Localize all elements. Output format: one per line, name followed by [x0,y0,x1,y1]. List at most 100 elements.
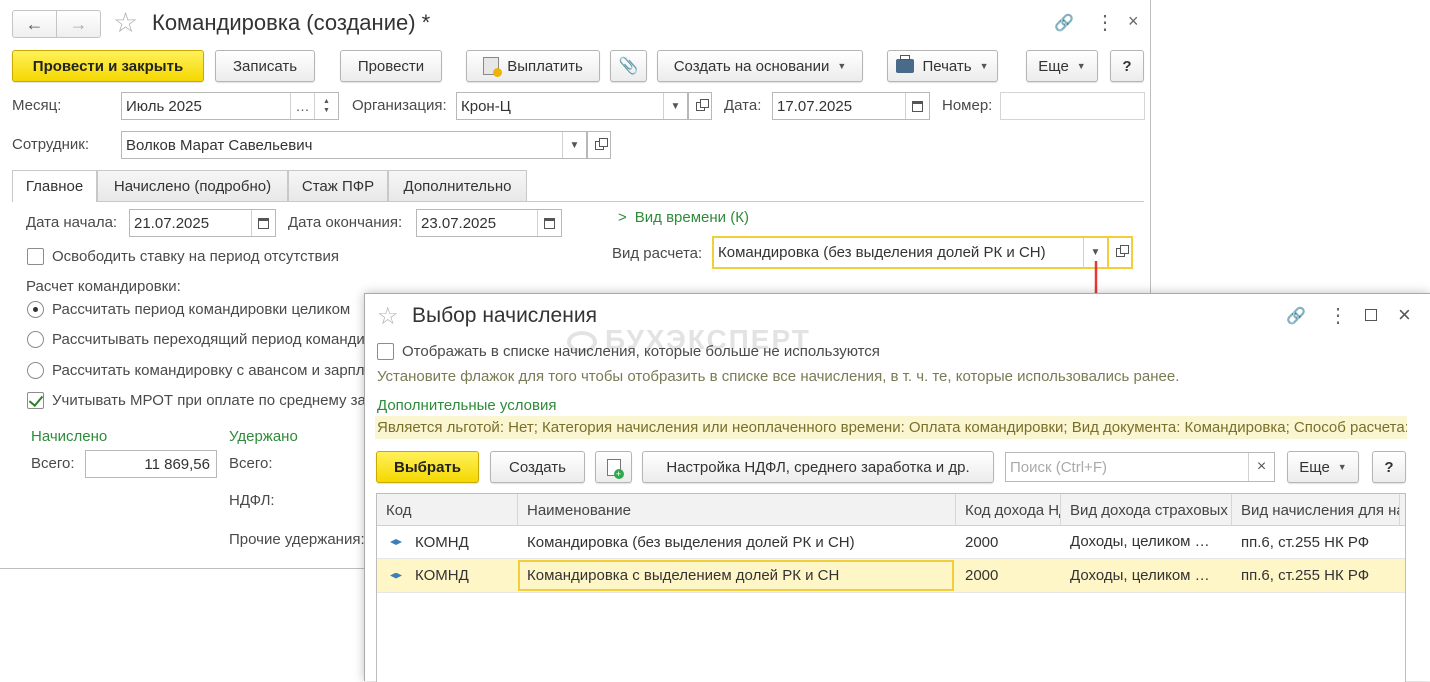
caret-down-icon: ▼ [1337,462,1347,472]
release-rate-checkbox[interactable] [27,248,44,265]
tab-main[interactable]: Главное [12,170,97,202]
chevron-right-icon: > [618,209,627,226]
paperclip-icon: 📎 [618,58,639,75]
organization-field[interactable]: Крон-Ц ▼ [456,92,688,120]
calc-kind-value: Командировка (без выделения долей РК и С… [718,244,1046,261]
more-label: Еще [1299,458,1330,476]
month-value: Июль 2025 [126,97,202,115]
end-date-calendar-button[interactable] [537,210,561,236]
favorite-star-icon[interactable]: ☆ [377,302,399,331]
caret-down-icon: ▼ [1090,247,1101,258]
date-calendar-button[interactable] [905,93,929,119]
tabs-baseline [12,201,1144,202]
help-button[interactable]: ? [1110,50,1144,82]
accruals-table: Код Наименование Код дохода НДФЛ Вид дох… [376,493,1406,682]
column-header-code[interactable]: Код [377,494,518,526]
end-date-field[interactable]: 23.07.2025 [416,209,562,237]
row-code-value: КОМНД [415,533,469,551]
add-document-icon: + [606,458,624,479]
close-icon[interactable]: × [1398,302,1411,328]
calendar-icon [258,217,269,229]
caret-down-icon: ▼ [670,100,681,112]
forward-button[interactable]: → [56,10,101,38]
extra-conditions-title[interactable]: Дополнительные условия [377,397,556,414]
calc-kind-field[interactable]: Командировка (без выделения долей РК и С… [712,236,1109,269]
pay-button[interactable]: Выплатить [466,50,600,82]
employee-value: Волков Марат Савельевич [126,136,313,154]
accrued-total-value: 11 869,56 [144,455,210,473]
create-button[interactable]: Создать [490,451,585,483]
date-field[interactable]: 17.07.2025 [772,92,930,120]
calc-kind-open-button[interactable] [1109,236,1133,269]
employee-label: Сотрудник: [12,136,90,153]
number-field[interactable] [1000,92,1145,120]
search-input[interactable]: Поиск (Ctrl+F) × [1005,452,1275,482]
table-row-selected[interactable]: КОМНД Командировка с выделением долей РК… [377,559,1405,593]
search-placeholder: Поиск (Ctrl+F) [1010,458,1107,476]
close-icon[interactable]: × [1128,11,1139,32]
create-based-on-button[interactable]: Создать на основании ▼ [657,50,863,82]
organization-open-button[interactable] [688,92,712,120]
column-header-insurance-kind[interactable]: Вид дохода страховых взносов [1061,494,1232,526]
clear-search-button[interactable]: × [1248,453,1274,481]
radio-transitional-period-label: Рассчитывать переходящий период командир… [52,331,405,348]
tab-additional[interactable]: Дополнительно [388,170,527,201]
link-icon[interactable]: 🔗 [1286,306,1306,326]
employee-dropdown-button[interactable]: ▼ [562,132,586,158]
row-profit-kind: пп.6, ст.255 НК РФ [1241,567,1370,584]
date-value: 17.07.2025 [777,97,853,115]
mrot-checkbox[interactable] [27,392,44,409]
employee-field[interactable]: Волков Марат Савельевич ▼ [121,131,587,159]
employee-open-button[interactable] [587,131,611,159]
attach-button[interactable]: 📎 [610,50,647,82]
start-date-calendar-button[interactable] [251,210,275,236]
radio-whole-period-label: Рассчитать период командировки целиком [52,301,351,318]
ndfl-settings-button[interactable]: Настройка НДФЛ, среднего заработка и др. [642,451,994,483]
month-spin-button[interactable]: ▲ ▼ [314,93,338,119]
tab-accrued-detailed[interactable]: Начислено (подробно) [97,170,288,201]
row-ndfl-code: 2000 [965,567,999,584]
show-unused-checkbox[interactable] [377,343,394,360]
back-button[interactable]: ← [12,10,57,38]
help-button[interactable]: ? [1372,451,1406,483]
link-icon[interactable]: 🔗 [1054,13,1074,33]
print-button[interactable]: Печать ▼ [887,50,998,82]
post-and-close-button[interactable]: Провести и закрыть [12,50,204,82]
more-vertical-icon[interactable]: ⋮ [1095,10,1115,35]
month-select-button[interactable]: … [290,93,314,119]
favorite-star-icon[interactable]: ☆ [113,6,138,39]
accrued-total-label: Всего: [31,455,75,472]
other-withholdings-label: Прочие удержания: [229,531,365,548]
more-button[interactable]: Еще ▼ [1026,50,1098,82]
conditions-bar: Является льготой: Нет; Категория начисле… [375,416,1407,439]
time-kind-label: Вид времени (К) [634,209,749,226]
accrued-total-field[interactable]: 11 869,56 [85,450,217,478]
arrow-right-icon: → [69,13,88,34]
column-header-ndfl-code[interactable]: Код дохода НДФЛ [956,494,1061,526]
radio-with-advance[interactable] [27,362,44,379]
tab-pfr-experience[interactable]: Стаж ПФР [288,170,388,201]
organization-dropdown-button[interactable]: ▼ [663,93,687,119]
copy-button[interactable]: + [595,451,632,483]
calc-section-label: Расчет командировки: [26,278,181,295]
post-button[interactable]: Провести [340,50,442,82]
start-date-field[interactable]: 21.07.2025 [129,209,276,237]
maximize-icon[interactable] [1365,309,1377,321]
table-row[interactable]: КОМНД Командировка (без выделения долей … [377,526,1405,559]
row-ndfl-code: 2000 [965,533,999,551]
row-name: Командировка с выделением долей РК и СН [518,560,954,591]
select-button[interactable]: Выбрать [376,451,479,483]
month-field[interactable]: Июль 2025 … ▲ ▼ [121,92,339,120]
save-button[interactable]: Записать [215,50,315,82]
more-vertical-icon[interactable]: ⋮ [1328,303,1348,328]
radio-transitional-period[interactable] [27,331,44,348]
radio-whole-period[interactable] [27,301,44,318]
row-name: Командировка (без выделения долей РК и С… [527,533,855,551]
more-label: Еще [1038,57,1069,75]
more-button[interactable]: Еще ▼ [1287,451,1359,483]
column-header-name[interactable]: Наименование [518,494,956,526]
column-header-profit-kind[interactable]: Вид начисления для налога на прибыль [1232,494,1400,526]
print-label: Печать [922,57,972,75]
time-kind-link[interactable]: > Вид времени (К) [618,209,749,226]
end-date-value: 23.07.2025 [421,214,497,232]
